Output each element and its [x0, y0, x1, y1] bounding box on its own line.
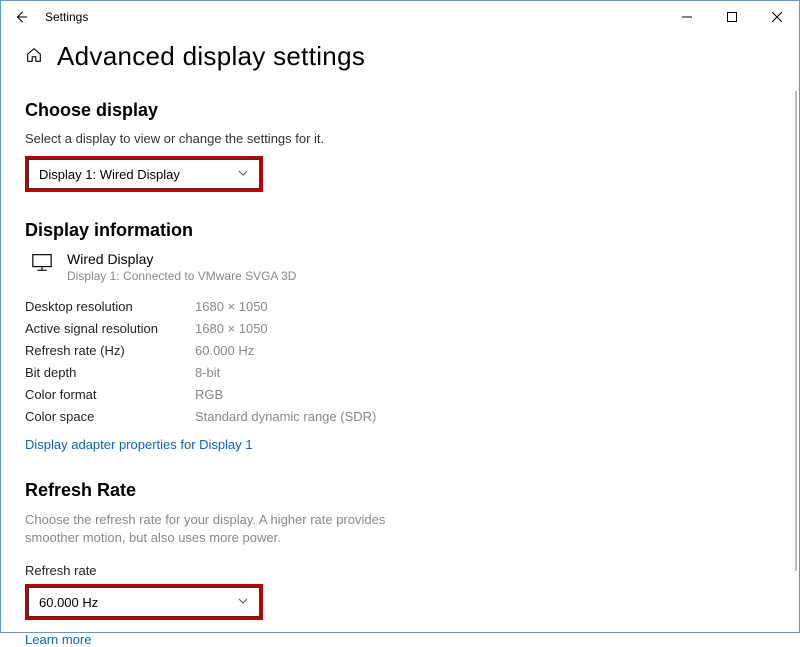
refresh-rate-select-value: 60.000 Hz [39, 595, 98, 610]
monitor-name: Wired Display [67, 251, 296, 267]
titlebar: Settings [1, 1, 799, 33]
display-info-table: Desktop resolution 1680 × 1050 Active si… [25, 295, 775, 427]
choose-display-section: Choose display Select a display to view … [25, 100, 775, 192]
home-icon[interactable] [25, 46, 43, 67]
adapter-properties-link[interactable]: Display adapter properties for Display 1 [25, 437, 253, 452]
info-row: Active signal resolution 1680 × 1050 [25, 317, 775, 339]
display-select-value: Display 1: Wired Display [39, 167, 180, 182]
close-icon [772, 12, 782, 22]
info-value: 8-bit [195, 365, 220, 380]
info-label: Refresh rate (Hz) [25, 343, 195, 358]
info-label: Active signal resolution [25, 321, 195, 336]
back-button[interactable] [9, 5, 33, 29]
info-value: 1680 × 1050 [195, 321, 268, 336]
info-value: RGB [195, 387, 223, 402]
arrow-left-icon [14, 10, 28, 24]
info-row: Refresh rate (Hz) 60.000 Hz [25, 339, 775, 361]
highlight-frame-display-select: Display 1: Wired Display [25, 156, 263, 192]
close-button[interactable] [754, 1, 799, 33]
refresh-rate-section: Refresh Rate Choose the refresh rate for… [25, 480, 775, 647]
info-row: Color space Standard dynamic range (SDR) [25, 405, 775, 427]
minimize-button[interactable] [664, 1, 709, 33]
page-title: Advanced display settings [57, 41, 365, 72]
learn-more-link[interactable]: Learn more [25, 632, 91, 647]
minimize-icon [682, 12, 692, 22]
app-title: Settings [45, 10, 88, 24]
display-info-section: Display information Wired Display Displa… [25, 220, 775, 452]
display-info-heading: Display information [25, 220, 775, 241]
display-select[interactable]: Display 1: Wired Display [28, 159, 260, 189]
info-label: Color format [25, 387, 195, 402]
info-label: Bit depth [25, 365, 195, 380]
choose-display-heading: Choose display [25, 100, 775, 121]
refresh-rate-field-label: Refresh rate [25, 563, 775, 578]
monitor-subtext: Display 1: Connected to VMware SVGA 3D [67, 269, 296, 283]
highlight-frame-refresh-select: 60.000 Hz [25, 584, 263, 620]
info-value: Standard dynamic range (SDR) [195, 409, 376, 424]
info-value: 1680 × 1050 [195, 299, 268, 314]
info-value: 60.000 Hz [195, 343, 254, 358]
info-row: Bit depth 8-bit [25, 361, 775, 383]
info-label: Desktop resolution [25, 299, 195, 314]
info-row: Desktop resolution 1680 × 1050 [25, 295, 775, 317]
info-row: Color format RGB [25, 383, 775, 405]
refresh-rate-description: Choose the refresh rate for your display… [25, 511, 425, 547]
chevron-down-icon [237, 167, 249, 182]
choose-display-caption: Select a display to view or change the s… [25, 131, 775, 146]
maximize-icon [727, 12, 737, 22]
page-header: Advanced display settings [25, 41, 775, 72]
refresh-rate-select[interactable]: 60.000 Hz [28, 587, 260, 617]
info-label: Color space [25, 409, 195, 424]
window-controls [664, 1, 799, 33]
monitor-icon [31, 251, 53, 276]
maximize-button[interactable] [709, 1, 754, 33]
scrollbar[interactable] [795, 91, 797, 571]
refresh-rate-heading: Refresh Rate [25, 480, 775, 501]
chevron-down-icon [237, 595, 249, 610]
